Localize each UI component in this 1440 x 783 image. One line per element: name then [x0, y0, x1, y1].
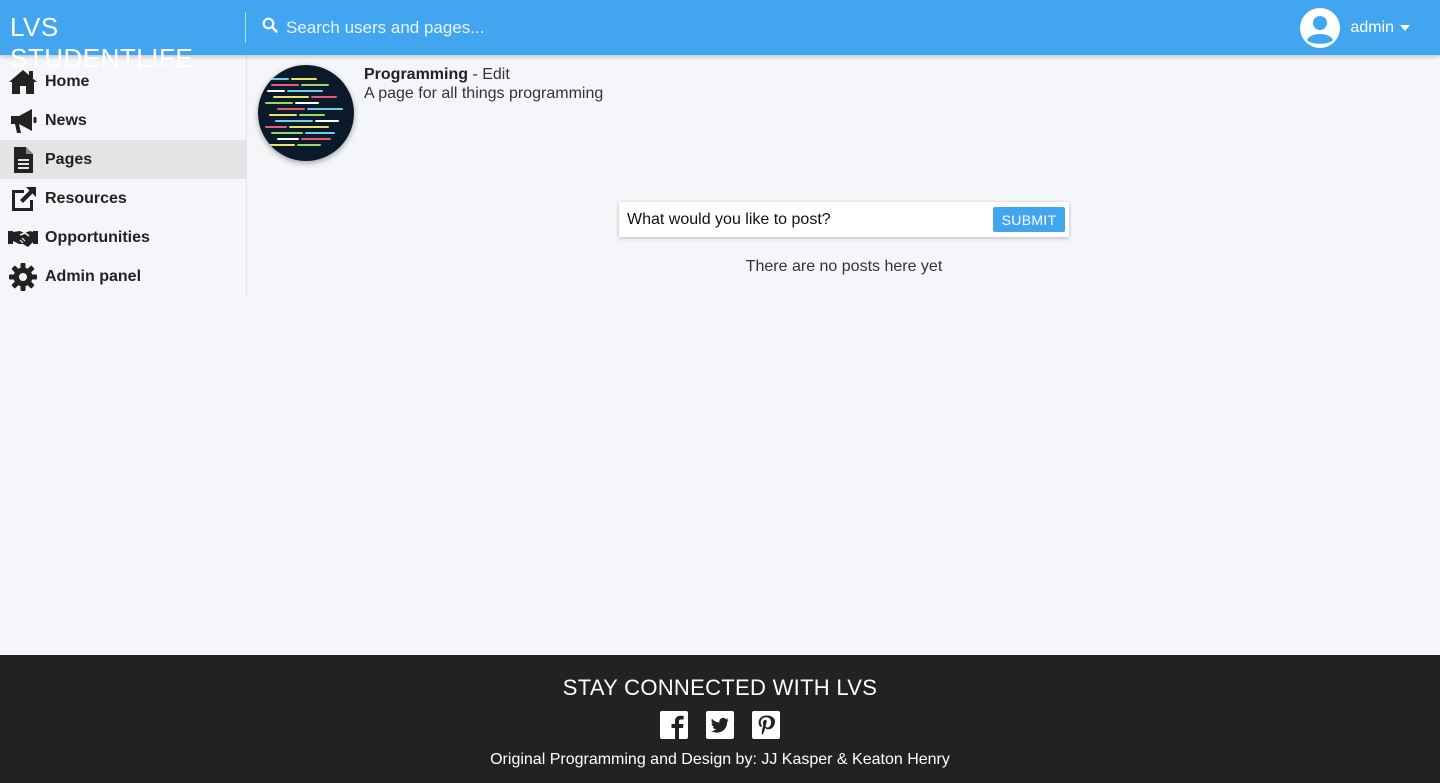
sidebar-item-label: News [45, 111, 87, 129]
user-menu[interactable]: admin [1300, 8, 1410, 48]
submit-button[interactable]: SUBMIT [993, 207, 1065, 232]
sidebar-item-resources[interactable]: Resources [0, 179, 246, 218]
sidebar-item-pages[interactable]: Pages [0, 140, 246, 179]
user-circle-icon [1300, 8, 1341, 48]
post-composer: SUBMIT [619, 202, 1069, 237]
external-edit-icon [7, 183, 38, 214]
twitter-icon[interactable] [706, 711, 734, 739]
page-header: Programming - Edit A page for all things… [364, 65, 603, 103]
title-separator: - [468, 66, 483, 83]
document-icon [7, 144, 38, 175]
search-icon [262, 17, 278, 38]
sidebar-item-label: Opportunities [45, 228, 150, 246]
sidebar-item-admin-panel[interactable]: Admin panel [0, 257, 246, 296]
sidebar-item-label: Admin panel [45, 267, 142, 285]
post-input[interactable] [619, 202, 979, 237]
facebook-icon[interactable] [660, 711, 688, 739]
sidebar-item-opportunities[interactable]: Opportunities [0, 218, 246, 257]
sidebar-item-label: Pages [45, 150, 93, 168]
footer: STAY CONNECTED WITH LVS Original Program… [0, 655, 1440, 783]
megaphone-icon [7, 105, 38, 136]
caret-down-icon [1400, 24, 1410, 32]
top-navbar: LVS STUDENTLIFE admin [0, 0, 1440, 73]
page-image [258, 65, 354, 161]
sidebar: Home News Pages Resources Opportunities … [0, 55, 247, 295]
footer-credit: Original Programming and Design by: JJ K… [490, 751, 950, 768]
sidebar-item-news[interactable]: News [0, 101, 246, 140]
user-name: admin [1350, 19, 1394, 36]
footer-heading: STAY CONNECTED WITH LVS [562, 675, 878, 700]
page-title: Programming [364, 66, 469, 83]
handshake-icon [7, 222, 38, 253]
page-description: A page for all things programming [364, 85, 604, 102]
pinterest-icon[interactable] [752, 711, 780, 739]
search-bar[interactable] [262, 8, 862, 48]
sidebar-item-label: Home [45, 72, 90, 90]
gear-icon [7, 261, 38, 292]
search-input[interactable] [286, 17, 686, 38]
sidebar-item-label: Resources [45, 189, 127, 207]
empty-feed-message: There are no posts here yet [745, 258, 943, 275]
brand-logo[interactable]: LVS STUDENTLIFE [0, 12, 246, 73]
social-links [0, 711, 1440, 739]
edit-link[interactable]: Edit [482, 66, 510, 83]
